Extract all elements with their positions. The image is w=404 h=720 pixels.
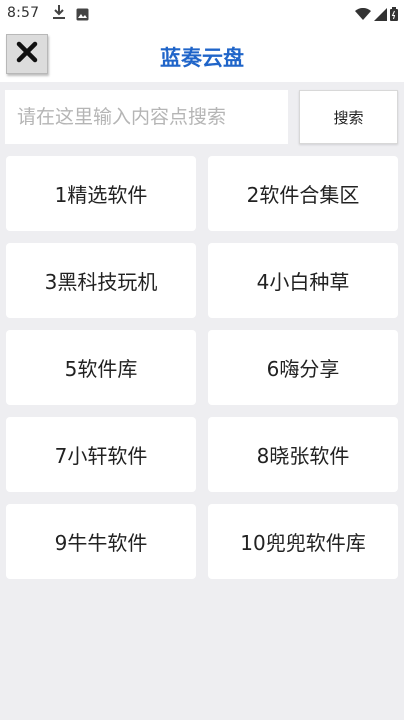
status-icons	[355, 6, 398, 25]
category-tile[interactable]: 6嗨分享	[208, 330, 398, 405]
photo-icon	[76, 6, 89, 25]
category-tile[interactable]: 3黑科技玩机	[6, 243, 196, 318]
category-tile[interactable]: 7小轩软件	[6, 417, 196, 492]
status-bar: 8:57	[0, 0, 404, 28]
search-button[interactable]: 搜索	[299, 90, 398, 144]
download-icon	[52, 4, 66, 24]
search-input[interactable]	[5, 90, 288, 144]
page-title: 蓝奏云盘	[160, 46, 244, 70]
battery-icon	[390, 6, 398, 25]
category-tile[interactable]: 2软件合集区	[208, 156, 398, 231]
wifi-icon	[355, 6, 371, 25]
category-tile[interactable]: 8晓张软件	[208, 417, 398, 492]
category-tile[interactable]: 4小白种草	[208, 243, 398, 318]
status-time: 8:57	[7, 5, 40, 21]
category-tile[interactable]: 5软件库	[6, 330, 196, 405]
app-header: 蓝奏云盘	[0, 28, 404, 82]
category-tile[interactable]: 9牛牛软件	[6, 504, 196, 579]
signal-icon	[374, 6, 387, 25]
category-tile[interactable]: 10兜兜软件库	[208, 504, 398, 579]
category-tile[interactable]: 1精选软件	[6, 156, 196, 231]
